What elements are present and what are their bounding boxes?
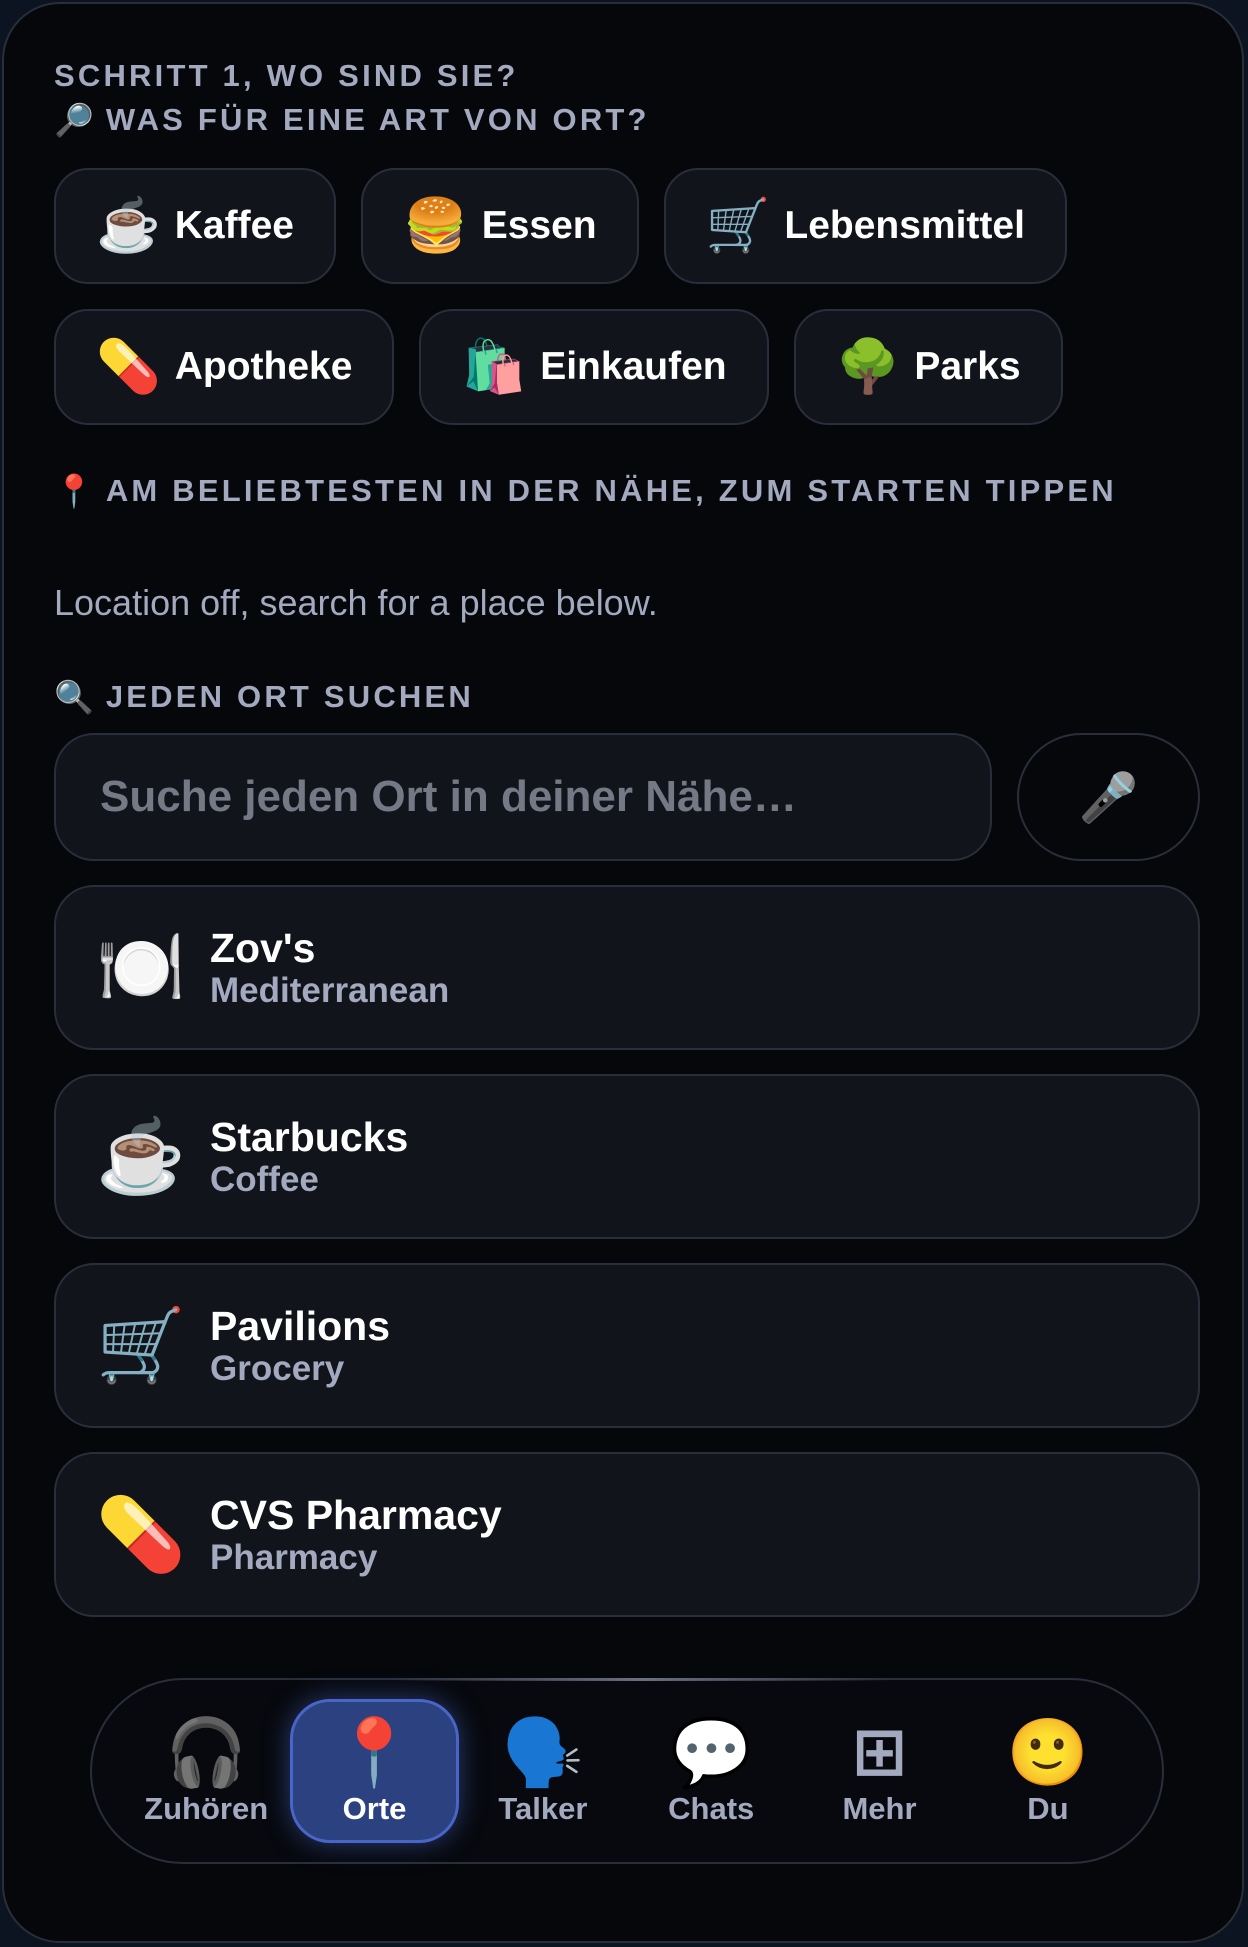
- tab-label: Talker: [498, 1791, 588, 1826]
- place-card-pavilions[interactable]: 🛒 Pavilions Grocery: [54, 1263, 1200, 1428]
- tab-label: Chats: [668, 1791, 755, 1826]
- pill-icon: 💊: [96, 1494, 186, 1575]
- headphones-icon: 🎧: [165, 1715, 248, 1789]
- place-type: Grocery: [210, 1348, 345, 1388]
- nearby-section-text: AM BELIEBTESTEN IN DER NÄHE, ZUM STARTEN…: [105, 473, 1117, 508]
- search-input[interactable]: [54, 733, 992, 861]
- place-text: Zov's Mediterranean: [210, 925, 449, 1011]
- place-card-cvs-pharmacy[interactable]: 💊 CVS Pharmacy Pharmacy: [54, 1452, 1200, 1617]
- place-text: Pavilions Grocery: [210, 1303, 390, 1389]
- place-type: Pharmacy: [210, 1537, 378, 1577]
- category-section-text: WAS FÜR EINE ART VON ORT?: [105, 102, 650, 137]
- category-chip-label: Essen: [481, 204, 597, 247]
- place-type: Coffee: [210, 1159, 319, 1199]
- plate-cutlery-icon: 🍽️: [96, 927, 186, 1008]
- tab-orte[interactable]: 📍 Orte: [290, 1699, 459, 1843]
- location-pin-icon: 📍: [333, 1715, 416, 1789]
- tab-zuhoeren[interactable]: 🎧 Zuhören: [122, 1699, 290, 1843]
- tab-label: Du: [1027, 1791, 1069, 1826]
- place-name: Pavilions: [210, 1302, 391, 1349]
- speaking-head-icon: 🗣️: [501, 1715, 584, 1789]
- grid-icon: ⊞: [851, 1713, 908, 1790]
- app-screen: SCHRITT 1, WO SIND SIE? 🔎 WAS FÜR EINE A…: [2, 2, 1244, 1943]
- category-chip-essen[interactable]: 🍔 Essen: [360, 168, 639, 284]
- category-chip-lebensmittel[interactable]: 🛒 Lebensmittel: [663, 168, 1067, 284]
- main-content: SCHRITT 1, WO SIND SIE? 🔎 WAS FÜR EINE A…: [54, 54, 1200, 1617]
- place-text: CVS Pharmacy Pharmacy: [210, 1492, 502, 1578]
- search-icon: 🔍: [54, 679, 94, 715]
- burger-icon: 🍔: [402, 197, 468, 255]
- category-chip-label: Lebensmittel: [784, 204, 1025, 247]
- category-chip-label: Apotheke: [174, 345, 353, 388]
- bottom-tab-bar: 🎧 Zuhören 📍 Orte 🗣️ Talker 💬 Chats ⊞ Meh…: [90, 1678, 1164, 1864]
- category-chip-kaffee[interactable]: ☕ Kaffee: [54, 168, 336, 284]
- category-chip-label: Parks: [914, 345, 1021, 388]
- location-status: Location off, search for a place below.: [54, 582, 658, 623]
- voice-search-button[interactable]: 🎤: [1017, 733, 1200, 861]
- category-chip-einkaufen[interactable]: 🛍️ Einkaufen: [419, 309, 769, 425]
- tree-icon: 🌳: [835, 338, 901, 396]
- place-text: Starbucks Coffee: [210, 1114, 408, 1200]
- place-card-starbucks[interactable]: ☕ Starbucks Coffee: [54, 1074, 1200, 1239]
- step-title: SCHRITT 1, WO SIND SIE?: [54, 58, 519, 93]
- coffee-icon: ☕: [96, 197, 161, 255]
- category-chip-label: Einkaufen: [540, 345, 727, 388]
- place-name: Zov's: [210, 924, 316, 971]
- category-chip-label: Kaffee: [174, 204, 294, 247]
- magnifier-icon: 🔎: [54, 102, 94, 138]
- shopping-cart-icon: 🛒: [96, 1305, 186, 1386]
- speech-bubble-icon: 💬: [670, 1715, 753, 1789]
- tab-talker[interactable]: 🗣️ Talker: [459, 1699, 627, 1843]
- category-section-label: 🔎 WAS FÜR EINE ART VON ORT?: [54, 98, 1200, 142]
- tab-chats[interactable]: 💬 Chats: [627, 1699, 795, 1843]
- place-type: Mediterranean: [210, 970, 450, 1010]
- coffee-icon: ☕: [96, 1116, 186, 1197]
- tab-du[interactable]: 🙂 Du: [964, 1699, 1132, 1843]
- shopping-bags-icon: 🛍️: [461, 338, 527, 396]
- category-row-2: 💊 Apotheke 🛍️ Einkaufen 🌳 Parks: [54, 309, 1200, 425]
- tab-label: Orte: [342, 1791, 407, 1826]
- place-name: Starbucks: [210, 1113, 409, 1160]
- tab-label: Mehr: [842, 1791, 917, 1826]
- microphone-icon: 🎤: [1078, 771, 1139, 825]
- place-card-zovs[interactable]: 🍽️ Zov's Mediterranean: [54, 885, 1200, 1050]
- search-section-text: JEDEN ORT SUCHEN: [105, 679, 474, 714]
- category-chip-apotheke[interactable]: 💊 Apotheke: [54, 309, 395, 425]
- tab-label: Zuhören: [144, 1791, 269, 1826]
- search-section-label: 🔍 JEDEN ORT SUCHEN: [54, 675, 1200, 719]
- location-pin-icon: 📍: [54, 473, 94, 509]
- search-row: 🎤: [54, 733, 1200, 861]
- category-chip-parks[interactable]: 🌳 Parks: [793, 309, 1063, 425]
- shopping-cart-icon: 🛒: [705, 197, 771, 255]
- nearby-section-label: 📍 AM BELIEBTESTEN IN DER NÄHE, ZUM START…: [54, 469, 1200, 513]
- pill-icon: 💊: [96, 338, 161, 396]
- place-name: CVS Pharmacy: [210, 1491, 502, 1538]
- smiley-icon: 🙂: [1006, 1715, 1089, 1789]
- tab-mehr[interactable]: ⊞ Mehr: [795, 1699, 963, 1843]
- category-row-1: ☕ Kaffee 🍔 Essen 🛒 Lebensmittel: [54, 168, 1200, 284]
